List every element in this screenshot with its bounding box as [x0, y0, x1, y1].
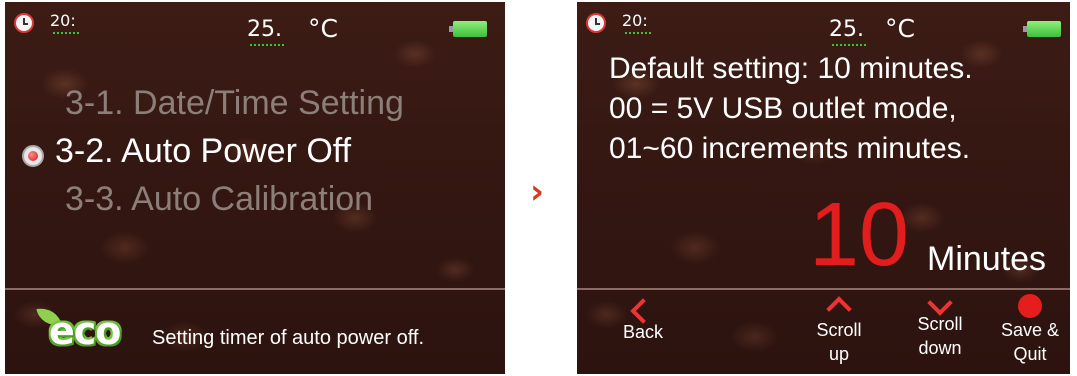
save-quit-button[interactable]: Save & Quit: [997, 294, 1063, 366]
save-quit-label-line1: Save &: [1000, 320, 1060, 340]
info-default-setting: Default setting: 10 minutes.: [609, 52, 973, 85]
scroll-down-button[interactable]: Scroll down: [908, 290, 972, 360]
clock-icon: [14, 13, 34, 33]
footer-description: Setting timer of auto power off.: [152, 327, 425, 349]
footer-divider: [5, 288, 505, 290]
eco-badge-text: eco: [49, 309, 121, 353]
battery-icon: [1023, 21, 1061, 37]
chevron-right-icon: ›: [530, 172, 545, 212]
battery-icon: [449, 21, 487, 37]
clock-icon: [586, 13, 606, 33]
back-button[interactable]: Back: [617, 298, 669, 344]
temperature-value: 25.: [829, 17, 864, 42]
scroll-down-label-line2: down: [918, 338, 962, 358]
info-increments: 01~60 increments minutes.: [609, 132, 971, 165]
temperature-unit: °C: [885, 14, 915, 43]
scroll-up-button[interactable]: Scroll up: [809, 294, 869, 366]
timer-unit: Minutes: [927, 240, 1047, 278]
temperature-underline: [832, 43, 866, 46]
menu-item-auto-power-off[interactable]: 3-2. Auto Power Off: [55, 132, 351, 171]
temperature-value: 25.: [247, 17, 282, 42]
time-display: 20:: [622, 11, 648, 30]
time-display: 20:: [50, 11, 76, 30]
eco-icon: eco: [36, 305, 143, 355]
menu-item-date-time-setting[interactable]: 3-1. Date/Time Setting: [65, 84, 404, 123]
scroll-up-label-line2: up: [828, 344, 850, 364]
auto-power-off-screen: 20: 25. °C Default setting: 10 minutes. …: [577, 2, 1070, 374]
temperature-unit: °C: [308, 14, 338, 43]
footer-divider: [577, 288, 1070, 290]
time-underline: [625, 31, 651, 34]
info-usb-outlet-mode: 00 = 5V USB outlet mode,: [609, 92, 957, 125]
radio-selected-icon: [22, 145, 44, 167]
timer-value: 10: [809, 185, 910, 285]
save-quit-label-line2: Quit: [1013, 344, 1047, 364]
menu-screen: 20: 25. °C 3-1. Date/Time Setting 3-2. A…: [5, 2, 505, 374]
time-underline: [53, 31, 79, 34]
dot-icon: [1018, 294, 1042, 318]
menu-item-auto-calibration[interactable]: 3-3. Auto Calibration: [65, 180, 373, 219]
temperature-underline: [250, 43, 284, 46]
